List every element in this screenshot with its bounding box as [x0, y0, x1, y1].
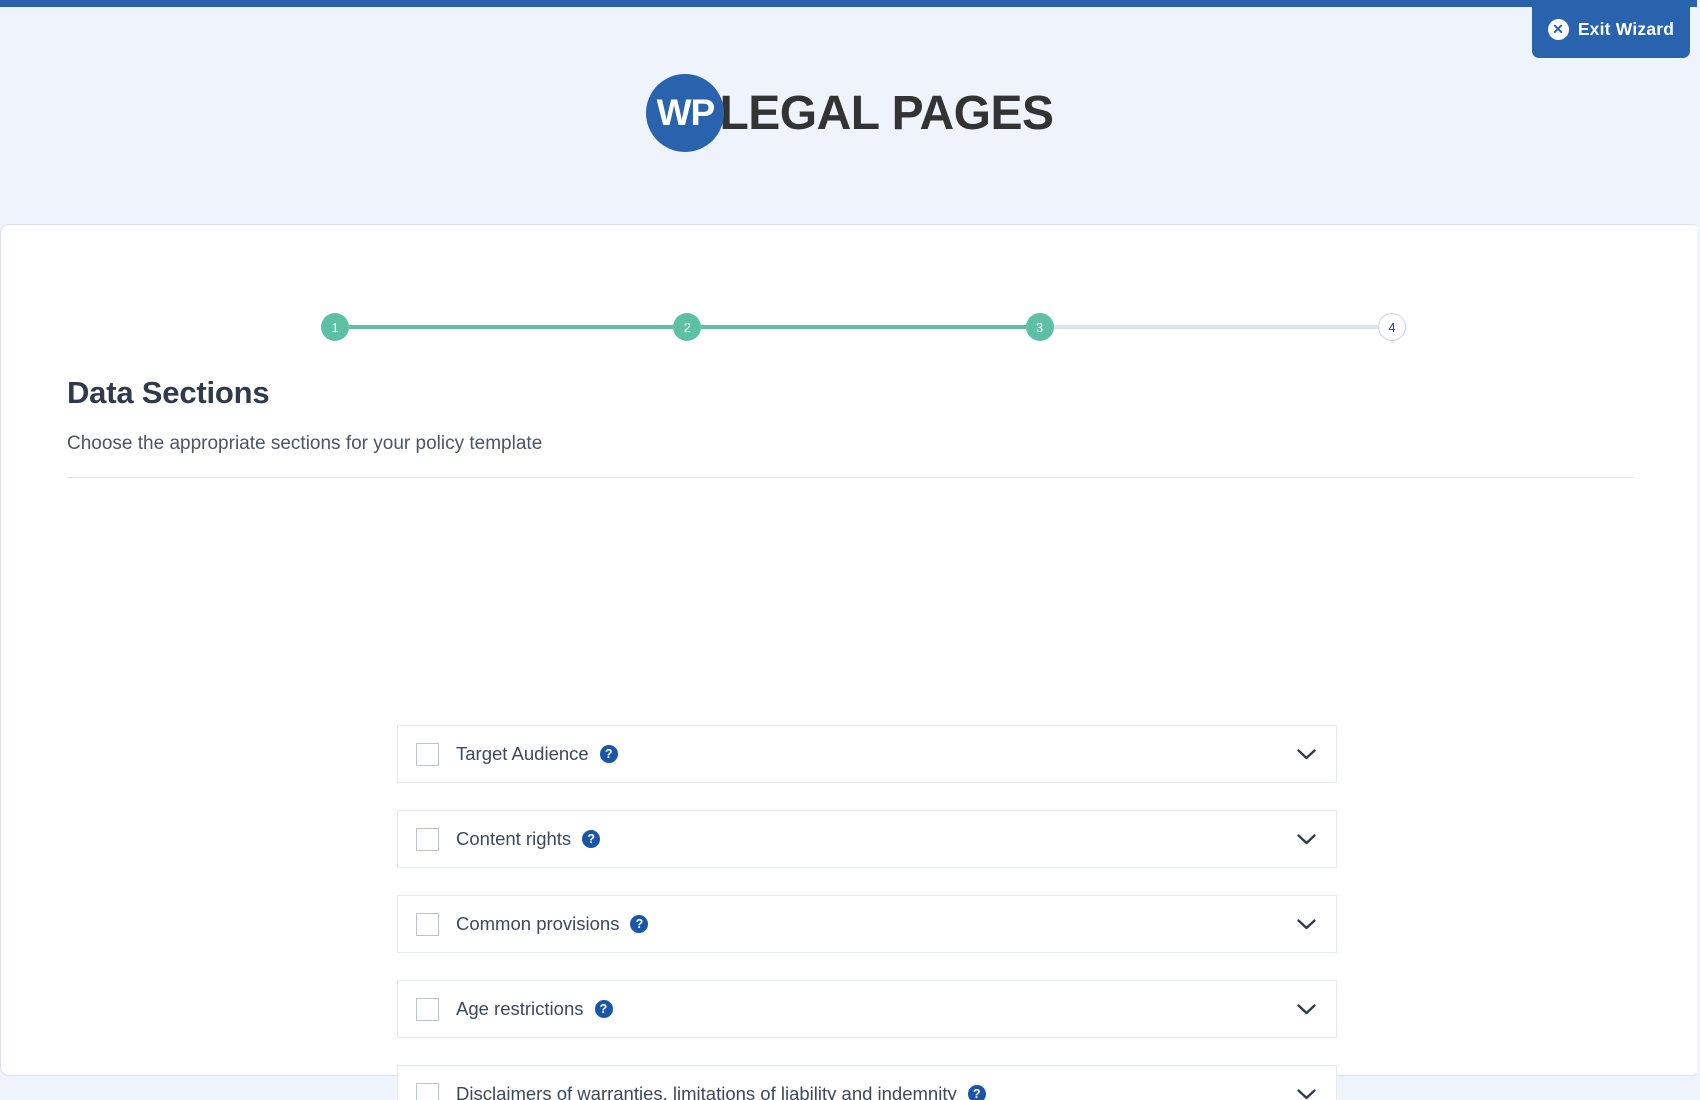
stepper-connector-1	[349, 325, 674, 329]
stepper-step-3[interactable]: 3	[1025, 313, 1054, 341]
section-row-target-audience[interactable]: Target Audience ?	[397, 725, 1337, 783]
chevron-down-icon[interactable]	[1297, 918, 1316, 930]
chevron-down-icon[interactable]	[1297, 1088, 1316, 1100]
logo-wordmark: LEGAL PAGES	[719, 86, 1054, 140]
header-divider	[67, 477, 1634, 478]
logo-mark: WP	[646, 74, 725, 152]
wizard-stepper: 1 2 3 4	[321, 311, 1406, 343]
section-row-content-rights[interactable]: Content rights ?	[397, 810, 1337, 868]
data-sections-list: Target Audience ? Content rights ? Commo…	[397, 725, 1337, 1100]
section-checkbox-disclaimers[interactable]	[416, 1082, 439, 1100]
section-row-disclaimers[interactable]: Disclaimers of warranties, limitations o…	[397, 1065, 1337, 1100]
stepper-step-1-number: 1	[331, 319, 339, 335]
section-label-target-audience: Target Audience	[456, 743, 589, 764]
stepper-connector-3	[1053, 325, 1378, 329]
exit-wizard-button[interactable]: Exit Wizard	[1532, 0, 1690, 58]
close-circle-icon	[1547, 18, 1569, 40]
section-checkbox-common-provisions[interactable]	[416, 912, 439, 936]
page-title: Data Sections	[67, 375, 270, 410]
stepper-step-1[interactable]: 1	[321, 313, 349, 341]
section-checkbox-age-restrictions[interactable]	[416, 997, 439, 1021]
help-icon[interactable]: ?	[967, 1085, 986, 1100]
section-checkbox-target-audience[interactable]	[416, 742, 439, 766]
chevron-down-icon[interactable]	[1297, 833, 1316, 845]
page-subtitle: Choose the appropriate sections for your…	[67, 433, 543, 454]
section-row-age-restrictions[interactable]: Age restrictions ?	[397, 980, 1337, 1038]
page-header: WP LEGAL PAGES	[0, 7, 1700, 219]
wizard-card: 1 2 3 4 Data Sections Choose the appropr…	[0, 224, 1700, 1100]
stepper-step-2-number: 2	[683, 319, 691, 335]
section-label-age-restrictions: Age restrictions	[456, 998, 584, 1019]
section-label-content-rights: Content rights	[456, 828, 572, 849]
help-icon[interactable]: ?	[594, 1000, 613, 1018]
help-icon[interactable]: ?	[630, 915, 649, 933]
title-block: Data Sections Choose the appropriate sec…	[67, 375, 1634, 478]
section-label-disclaimers: Disclaimers of warranties, limitations o…	[456, 1083, 957, 1100]
wp-legal-pages-logo: WP LEGAL PAGES	[646, 74, 1054, 152]
section-row-common-provisions[interactable]: Common provisions ?	[397, 895, 1337, 953]
chevron-down-icon[interactable]	[1297, 748, 1316, 760]
stepper-step-3-number: 3	[1036, 319, 1044, 335]
help-icon[interactable]: ?	[599, 745, 618, 763]
stepper-step-4[interactable]: 4	[1377, 313, 1406, 341]
stepper-connector-2	[701, 325, 1026, 329]
stepper-step-2[interactable]: 2	[673, 313, 702, 341]
help-icon[interactable]: ?	[582, 830, 601, 848]
section-label-common-provisions: Common provisions	[456, 913, 620, 934]
exit-wizard-label: Exit Wizard	[1577, 18, 1675, 39]
stepper-step-4-number: 4	[1388, 319, 1396, 335]
chevron-down-icon[interactable]	[1297, 1003, 1316, 1015]
section-checkbox-content-rights[interactable]	[416, 827, 439, 851]
top-accent-bar	[0, 0, 1700, 7]
